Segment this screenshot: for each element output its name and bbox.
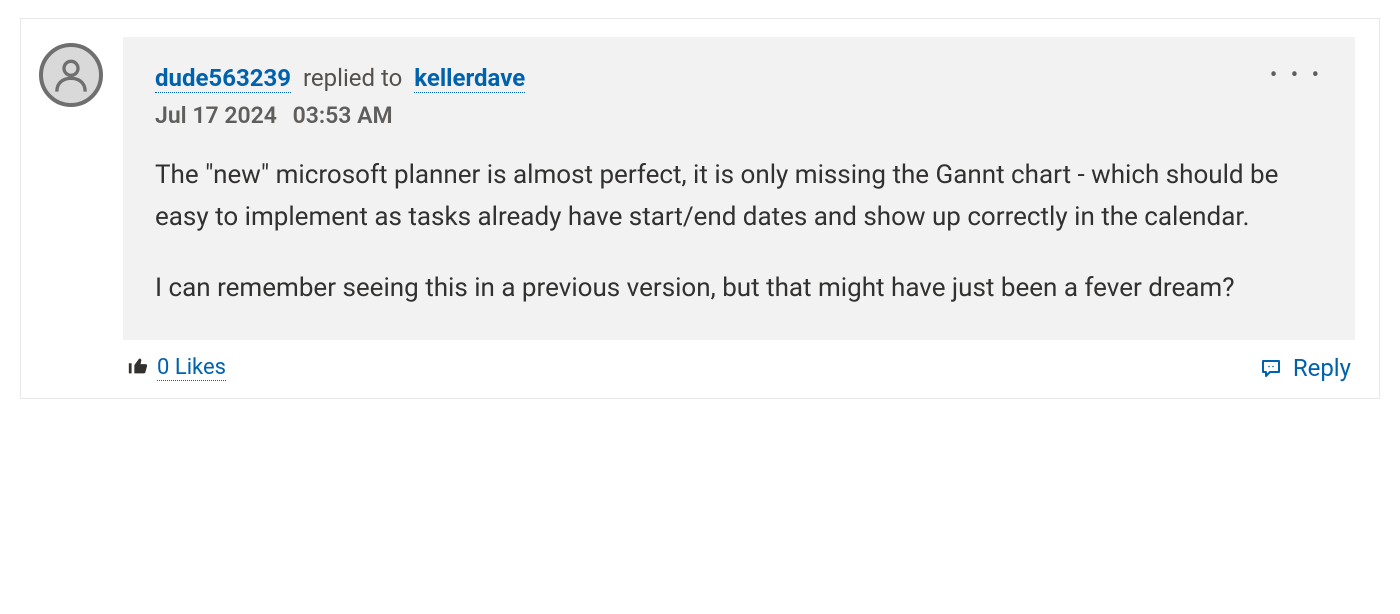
avatar[interactable] — [39, 43, 103, 107]
comment-date: Jul 17 2024 — [155, 102, 277, 129]
author-link[interactable]: dude563239 — [155, 64, 291, 93]
replied-to-text: replied to — [303, 64, 402, 92]
reply-label: Reply — [1293, 354, 1351, 382]
comment-message: The "new" microsoft planner is almost pe… — [155, 155, 1323, 310]
likes-button[interactable]: 0 Likes — [127, 355, 226, 381]
likes-count-link[interactable]: 0 Likes — [157, 355, 226, 381]
more-options-button[interactable]: • • • — [1260, 63, 1323, 89]
comment-main: dude563239 replied to kellerdave Jul 17 … — [123, 37, 1355, 382]
reply-button[interactable]: Reply — [1259, 354, 1351, 382]
thumbs-up-icon — [127, 355, 149, 381]
likes-count: 0 — [157, 355, 169, 380]
message-paragraph: I can remember seeing this in a previous… — [155, 268, 1323, 310]
person-icon — [51, 55, 91, 95]
meta-left: dude563239 replied to kellerdave Jul 17 … — [155, 63, 1260, 129]
message-paragraph: The "new" microsoft planner is almost pe… — [155, 155, 1323, 238]
comment-footer: 0 Likes Reply — [123, 340, 1355, 382]
comment-time: 03:53 AM — [293, 102, 393, 129]
timestamp: Jul 17 2024 03:53 AM — [155, 102, 1260, 129]
reply-icon — [1259, 356, 1283, 380]
comment-card: dude563239 replied to kellerdave Jul 17 … — [20, 18, 1380, 399]
avatar-wrap — [39, 37, 103, 107]
comment-body: dude563239 replied to kellerdave Jul 17 … — [123, 37, 1355, 340]
likes-label: Likes — [175, 355, 226, 380]
target-user-link[interactable]: kellerdave — [414, 64, 525, 93]
meta-row: dude563239 replied to kellerdave Jul 17 … — [155, 63, 1323, 129]
ellipsis-icon: • • • — [1270, 63, 1323, 88]
comment-inner: dude563239 replied to kellerdave Jul 17 … — [39, 37, 1355, 382]
byline: dude563239 replied to kellerdave — [155, 63, 1260, 94]
